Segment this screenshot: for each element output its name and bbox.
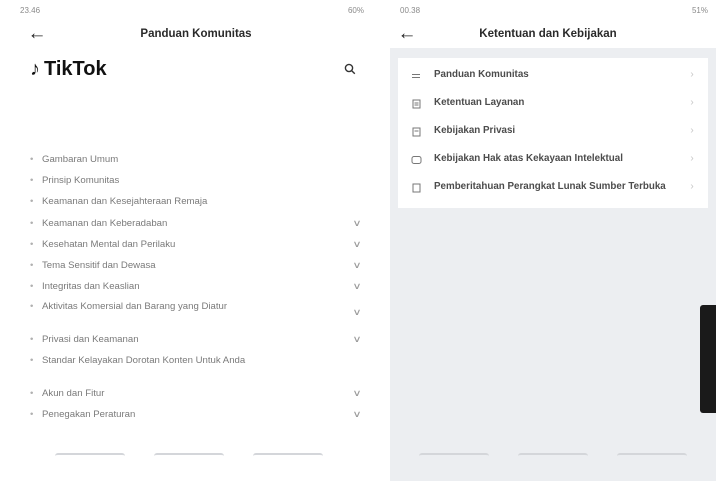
status-time: 00.38 <box>400 5 421 15</box>
bottom-tab-bar <box>390 449 716 481</box>
bullet-icon: • <box>30 175 34 187</box>
bottom-tab[interactable] <box>54 453 125 459</box>
bullet-icon: • <box>30 334 34 346</box>
chevron-down-icon[interactable]: ∨ <box>347 409 367 420</box>
policy-item-panduan-komunitas[interactable]: Panduan Komunitas › <box>398 62 708 90</box>
bullet-icon: • <box>30 196 34 208</box>
page-title: Panduan Komunitas <box>140 28 252 40</box>
nav-item-akun-fitur[interactable]: • Akun dan Fitur ∨ <box>30 384 364 405</box>
nav-item-aktivitas-komersial[interactable]: • Aktivitas Komersial dan Barang yang Dia… <box>30 298 364 330</box>
flag-icon <box>408 69 424 83</box>
guidelines-nav-list: • Gambaran Umum • Prinsip Komunitas • Keama… <box>30 150 364 426</box>
chevron-down-icon[interactable]: ∨ <box>347 334 367 345</box>
policy-item-hak-kekayaan-intelektual[interactable]: Kebijakan Hak atas Kekayaan Intelektual … <box>398 146 708 174</box>
brand-row: ♪ TikTok <box>30 54 362 84</box>
terms-policies-screen: 00.38 51% ← Ketentuan dan Kebijakan Pand… <box>390 0 716 481</box>
document-icon <box>408 97 424 111</box>
bottom-tab[interactable] <box>253 453 324 459</box>
bottom-tab[interactable] <box>517 453 588 459</box>
bottom-tab[interactable] <box>418 453 489 459</box>
policy-item-kebijakan-privasi[interactable]: Kebijakan Privasi › <box>398 118 708 146</box>
chevron-down-icon[interactable]: ∨ <box>347 239 367 250</box>
nav-item-privasi[interactable]: • Privasi dan Keamanan ∨ <box>30 330 364 351</box>
chevron-down-icon[interactable]: ∨ <box>347 260 367 271</box>
bullet-icon: • <box>30 387 34 399</box>
brand-name: TikTok <box>44 57 107 80</box>
bottom-tab[interactable] <box>617 453 688 459</box>
nav-item-tema-sensitif[interactable]: • Tema Sensitif dan Dewasa ∨ <box>30 256 364 277</box>
bullet-icon: • <box>30 217 34 229</box>
community-guidelines-screen: 23.46 60% ← Panduan Komunitas ♪ TikTok •… <box>0 0 378 481</box>
bullet-icon: • <box>30 259 34 271</box>
chevron-right-icon: › <box>690 125 694 136</box>
chevron-right-icon: › <box>690 97 694 108</box>
chevron-right-icon: › <box>690 181 694 192</box>
nav-item-keamanan-remaja[interactable]: • Keamanan dan Kesejahteraan Remaja <box>30 192 364 213</box>
bullet-icon: • <box>30 354 34 366</box>
chevron-down-icon[interactable]: ∨ <box>347 281 367 292</box>
status-bar: 23.46 60% <box>0 0 378 20</box>
nav-item-integritas[interactable]: • Integritas dan Keaslian ∨ <box>30 277 364 298</box>
status-battery: 60% <box>347 5 364 15</box>
bullet-icon: • <box>30 238 34 250</box>
chevron-down-icon[interactable]: ∨ <box>347 388 367 399</box>
bullet-icon: • <box>30 301 34 313</box>
bottom-tab[interactable] <box>153 453 224 459</box>
chevron-down-icon[interactable]: ∨ <box>347 306 367 319</box>
bottom-tab-bar <box>0 449 378 481</box>
status-time: 23.46 <box>20 5 41 15</box>
nav-item-standar-kelayakan[interactable]: • Standar Kelayakan Dorotan Konten Untuk … <box>30 352 364 384</box>
tiktok-note-icon: ♪ <box>30 57 40 80</box>
chevron-right-icon: › <box>690 153 694 164</box>
bullet-icon: • <box>30 281 34 293</box>
policy-list: Panduan Komunitas › Ketentuan Layanan › … <box>398 58 708 208</box>
app-bar: ← Ketentuan dan Kebijakan <box>390 20 716 48</box>
nav-item-gambaran-umum[interactable]: • Gambaran Umum <box>30 150 364 171</box>
nav-item-prinsip-komunitas[interactable]: • Prinsip Komunitas <box>30 171 364 192</box>
status-bar: 00.38 51% <box>390 0 716 20</box>
bullet-icon: • <box>30 154 34 165</box>
nav-item-kesehatan-mental[interactable]: • Kesehatan Mental dan Perilaku ∨ <box>30 235 364 256</box>
nav-item-penegakan[interactable]: • Penegakan Peraturan ∨ <box>30 405 364 426</box>
policy-item-perangkat-lunak-sumber-terbuka[interactable]: Pemberitahuan Perangkat Lunak Sumber Ter… <box>398 174 708 202</box>
chevron-right-icon: › <box>690 69 694 80</box>
search-icon[interactable] <box>338 57 362 81</box>
chevron-down-icon[interactable]: ∨ <box>347 218 367 229</box>
tiktok-logo: ♪ TikTok <box>30 58 107 81</box>
back-arrow-icon[interactable]: ← <box>390 20 424 48</box>
page-title: Ketentuan dan Kebijakan <box>479 28 617 40</box>
floating-video-preview[interactable] <box>700 305 716 413</box>
document-icon <box>408 125 424 139</box>
nav-item-keamanan-keberadaban[interactable]: • Keamanan dan Keberadaban ∨ <box>30 214 364 235</box>
bullet-icon: • <box>30 408 34 420</box>
back-arrow-icon[interactable]: ← <box>20 20 54 48</box>
status-battery: 51% <box>691 5 708 15</box>
copyright-icon <box>408 153 424 167</box>
policy-item-ketentuan-layanan[interactable]: Ketentuan Layanan › <box>398 90 708 118</box>
app-bar: ← Panduan Komunitas <box>0 20 378 48</box>
document-icon <box>408 181 424 195</box>
